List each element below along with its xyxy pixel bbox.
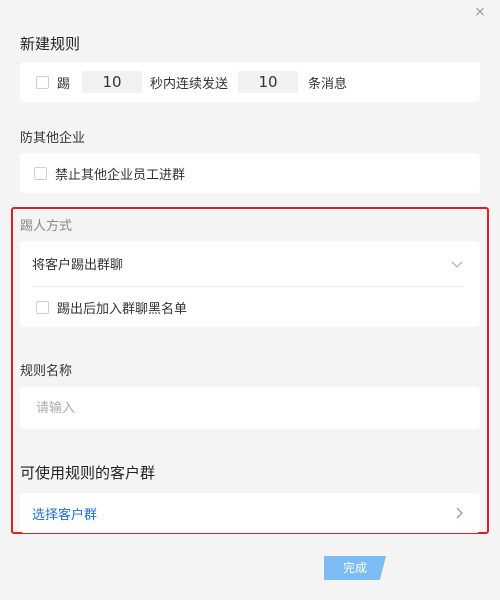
prevent-other-checkbox[interactable]: [34, 166, 47, 180]
kick-method-card: 将客户踢出群聊 踢出后加入群聊黑名单: [20, 241, 480, 327]
blacklist-checkbox[interactable]: [36, 300, 49, 314]
kick-message-count-input[interactable]: 10: [238, 71, 299, 93]
kick-method-select[interactable]: 将客户踢出群聊: [32, 241, 464, 287]
customer-groups-section-title: 可使用规则的客户群: [20, 464, 156, 482]
select-customer-groups-row[interactable]: 选择客户群: [20, 493, 480, 533]
chevron-down-icon: [451, 261, 463, 268]
prevent-other-label: 禁止其他企业员工进群: [55, 167, 186, 183]
select-customer-groups-label: 选择客户群: [32, 507, 98, 523]
prevent-other-card: 禁止其他企业员工进群: [20, 153, 480, 193]
chevron-right-icon: [456, 507, 463, 519]
kick-rule-card: 踢 10 秒内连续发送 10 条消息: [20, 62, 480, 102]
done-button[interactable]: 完成: [324, 556, 386, 580]
prevent-other-section-title: 防其他企业: [20, 131, 86, 146]
kick-method-selected-value: 将客户踢出群聊: [32, 258, 124, 273]
rule-name-section-title: 规则名称: [20, 364, 73, 379]
kick-rule-prefix: 踢: [57, 76, 71, 92]
kick-seconds-input[interactable]: 10: [82, 71, 143, 93]
kick-rule-middle-text: 秒内连续发送: [150, 76, 229, 92]
close-icon: ×: [474, 4, 486, 20]
close-button[interactable]: ×: [470, 2, 490, 22]
rule-name-input[interactable]: [20, 387, 480, 429]
kick-method-section-title: 踢人方式: [20, 219, 73, 234]
page-title: 新建规则: [20, 35, 81, 53]
kick-rule-checkbox[interactable]: [36, 75, 49, 89]
blacklist-label: 踢出后加入群聊黑名单: [57, 301, 188, 317]
kick-rule-suffix: 条消息: [308, 76, 348, 92]
blacklist-option-row: 踢出后加入群聊黑名单: [32, 287, 464, 327]
